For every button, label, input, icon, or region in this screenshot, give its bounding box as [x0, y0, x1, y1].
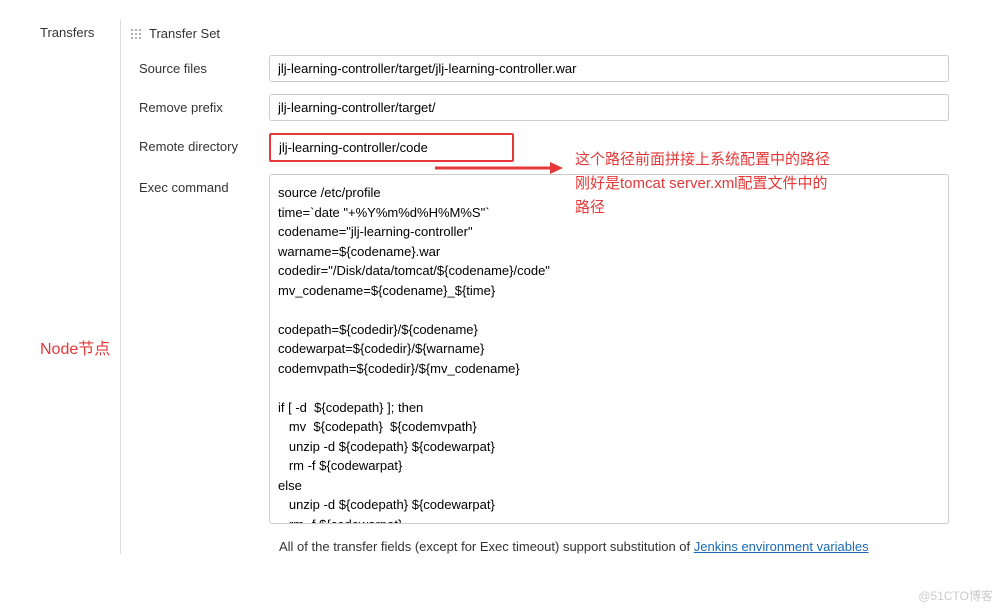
footer-text-prefix: All of the transfer fields (except for E… [279, 539, 694, 554]
annotation-line-2: 刚好是tomcat server.xml配置文件中的 [575, 172, 830, 196]
annotation-node-label: Node节点 [40, 335, 110, 359]
annotation-line-3: 路径 [575, 196, 830, 220]
transfers-section-label: Transfers [40, 25, 94, 40]
remove-prefix-input[interactable] [269, 94, 949, 121]
source-files-input[interactable] [269, 55, 949, 82]
annotation-line-1: 这个路径前面拼接上系统配置中的路径 [575, 148, 830, 172]
source-files-label: Source files [139, 55, 269, 76]
watermark-text: @51CTO博客 [918, 587, 993, 604]
drag-handle-icon[interactable] [129, 27, 143, 41]
annotation-arrow-icon [435, 158, 565, 181]
footer-help-text: All of the transfer fields (except for E… [279, 539, 1003, 554]
transfer-set-title: Transfer Set [149, 26, 220, 41]
transfer-set-header: Transfer Set [129, 20, 1003, 47]
remove-prefix-label: Remove prefix [139, 94, 269, 115]
remote-directory-label: Remote directory [139, 133, 269, 154]
exec-command-textarea[interactable] [269, 174, 949, 524]
annotation-red-text: 这个路径前面拼接上系统配置中的路径 刚好是tomcat server.xml配置… [575, 148, 830, 220]
jenkins-env-vars-link[interactable]: Jenkins environment variables [694, 539, 869, 554]
exec-command-label: Exec command [139, 174, 269, 195]
